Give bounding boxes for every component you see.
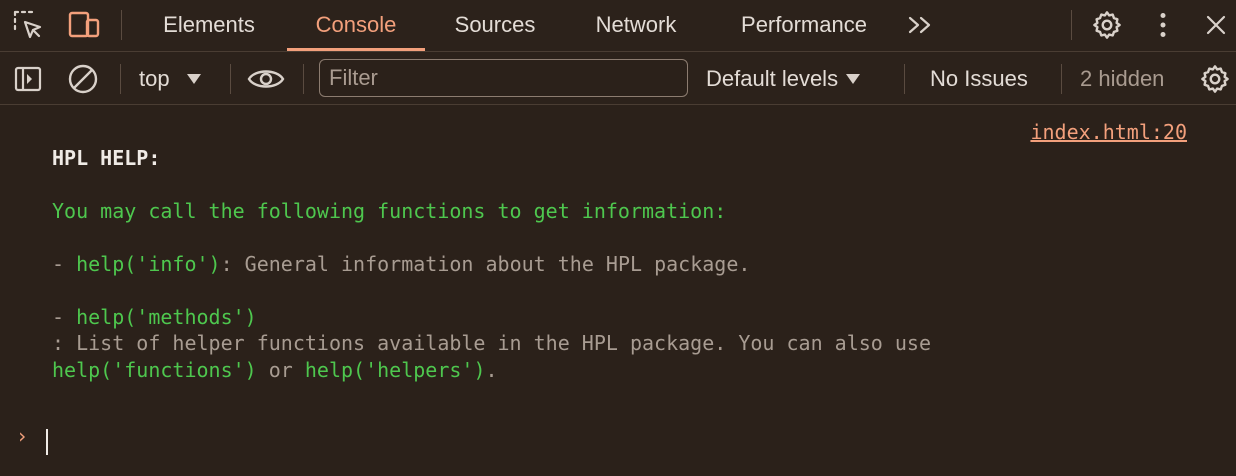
toolbar-separator-5 xyxy=(1061,64,1062,94)
console-prompt-icon: › xyxy=(16,424,29,448)
help-item-info: - help('info'): General information abou… xyxy=(52,252,750,276)
close-icon[interactable] xyxy=(1200,0,1232,50)
tab-bar-separator xyxy=(121,10,122,40)
help-methods-aliases: help('functions') or help('helpers'). xyxy=(52,358,498,382)
code-help-helpers: help('helpers') xyxy=(304,358,486,382)
clear-console-icon[interactable] xyxy=(66,52,100,105)
dropdown-arrow-icon xyxy=(846,73,861,84)
dropdown-arrow-icon xyxy=(186,73,201,84)
period-text: . xyxy=(485,358,498,382)
toolbar-separator-3 xyxy=(303,64,304,94)
context-selector[interactable]: top xyxy=(139,52,215,105)
help-heading: HPL HELP: xyxy=(52,146,161,170)
tab-sources[interactable]: Sources xyxy=(433,0,557,50)
devtools-tab-bar: Elements Console Sources Network Perform… xyxy=(0,0,1236,52)
tab-network[interactable]: Network xyxy=(570,0,702,50)
more-tabs-icon[interactable] xyxy=(902,0,938,50)
tab-elements-label: Elements xyxy=(163,12,255,37)
or-text: or xyxy=(256,358,305,382)
code-help-functions: help('functions') xyxy=(52,358,257,382)
toolbar-separator xyxy=(120,64,121,94)
sidebar-toggle-icon[interactable] xyxy=(12,52,44,105)
console-toolbar: top Default levels No Issues 2 hidden xyxy=(0,52,1236,105)
device-toolbar-icon[interactable] xyxy=(64,0,104,50)
list-dash: - xyxy=(52,305,77,329)
toolbar-separator-4 xyxy=(904,64,905,94)
log-levels-dropdown[interactable]: Default levels xyxy=(706,52,886,105)
filter-input-container xyxy=(319,59,688,97)
tab-network-label: Network xyxy=(595,12,677,37)
hidden-count-label: 2 hidden xyxy=(1080,65,1165,91)
tab-performance[interactable]: Performance xyxy=(716,0,892,50)
toolbar-separator-2 xyxy=(230,64,231,94)
issues-label: No Issues xyxy=(930,65,1028,91)
context-selector-label: top xyxy=(139,65,170,91)
settings-gear-icon[interactable] xyxy=(1088,0,1126,50)
code-help-methods: help('methods') xyxy=(76,305,257,329)
console-output: index.html:20 HPL HELP: You may call the… xyxy=(0,106,1236,476)
help-item-methods: - help('methods') xyxy=(52,305,257,329)
help-info-description: : General information about the HPL pack… xyxy=(220,252,751,276)
tab-console[interactable]: Console xyxy=(287,0,425,51)
tab-performance-label: Performance xyxy=(741,12,867,37)
issues-button[interactable]: No Issues xyxy=(930,52,1042,105)
inspect-element-icon[interactable] xyxy=(10,0,46,50)
console-settings-gear-icon[interactable] xyxy=(1198,52,1232,105)
tab-elements[interactable]: Elements xyxy=(141,0,277,50)
source-link[interactable]: index.html:20 xyxy=(1030,120,1187,144)
tab-bar-separator-right xyxy=(1071,10,1072,40)
help-methods-description: : List of helper functions available in … xyxy=(52,331,931,355)
help-intro: You may call the following functions to … xyxy=(52,199,727,223)
tab-sources-label: Sources xyxy=(454,12,536,37)
kebab-menu-icon[interactable] xyxy=(1150,0,1176,50)
list-dash: - xyxy=(52,252,77,276)
console-input-caret[interactable] xyxy=(46,429,48,455)
hidden-messages-count: 2 hidden xyxy=(1080,52,1180,105)
tab-console-label: Console xyxy=(315,12,397,37)
log-levels-label: Default levels xyxy=(706,65,839,91)
filter-input[interactable] xyxy=(320,60,687,96)
code-help-info: help('info') xyxy=(76,252,221,276)
live-expression-eye-icon[interactable] xyxy=(246,52,286,105)
